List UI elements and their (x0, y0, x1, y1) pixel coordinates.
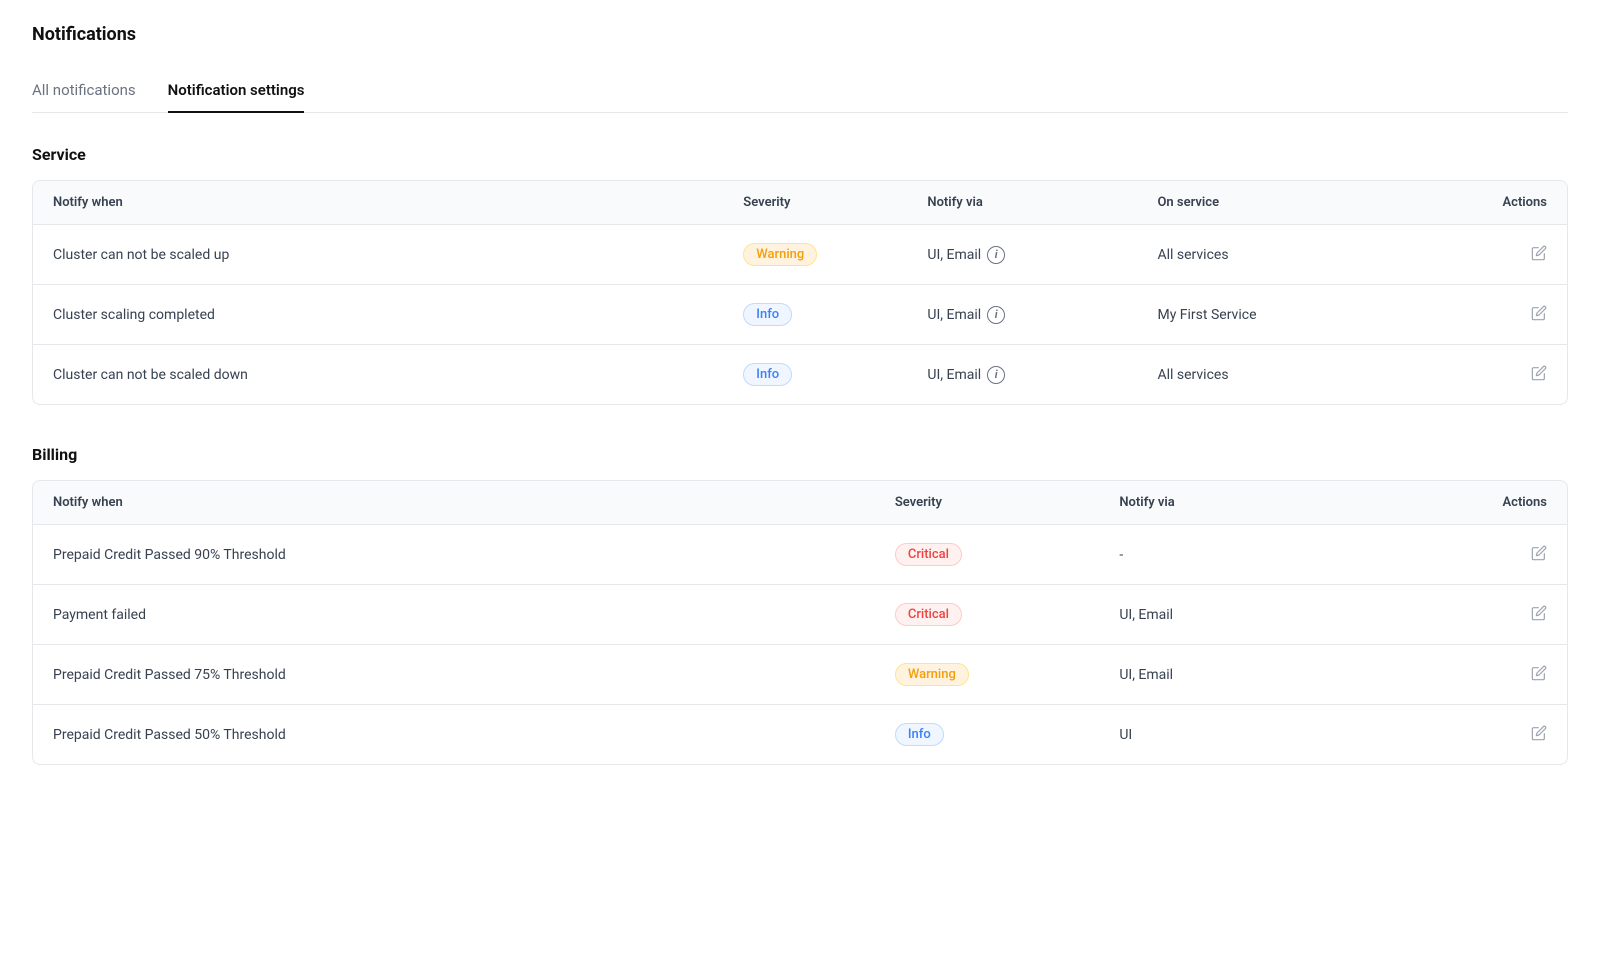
badge-info: Info (743, 363, 792, 386)
notify-when-cell: Prepaid Credit Passed 75% Threshold (33, 645, 875, 705)
notify-via-text: UI, Email (927, 247, 981, 263)
tabs-nav: All notifications Notification settings (32, 69, 1568, 113)
table-row: Cluster can not be scaled down Info UI, Em… (33, 345, 1567, 405)
notify-when-cell: Cluster scaling completed (33, 285, 723, 345)
severity-cell: Critical (875, 525, 1099, 585)
col-header-notify_when: Notify when (33, 481, 875, 525)
notify-when-cell: Payment failed (33, 585, 875, 645)
notify-via-text: UI, Email (927, 367, 981, 383)
actions-cell (1414, 345, 1567, 405)
badge-warning: Warning (743, 243, 817, 266)
tab-all-notifications[interactable]: All notifications (32, 69, 136, 113)
col-header-notify_when: Notify when (33, 181, 723, 225)
severity-cell: Info (875, 705, 1099, 765)
edit-button[interactable] (1531, 305, 1547, 321)
notify-via-cell: UI (1099, 705, 1380, 765)
actions-cell (1414, 225, 1567, 285)
section-title-service: Service (32, 145, 1568, 164)
table-row: Prepaid Credit Passed 50% Threshold Info U… (33, 705, 1567, 765)
actions-cell (1380, 585, 1567, 645)
table-row: Prepaid Credit Passed 90% Threshold Criti… (33, 525, 1567, 585)
sections-container: ServiceNotify whenSeverityNotify viaOn s… (32, 145, 1568, 765)
notify-when-cell: Cluster can not be scaled up (33, 225, 723, 285)
on-service-cell: My First Service (1137, 285, 1413, 345)
badge-warning: Warning (895, 663, 969, 686)
table-row: Payment failed Critical UI, Email (33, 585, 1567, 645)
edit-button[interactable] (1531, 365, 1547, 381)
severity-cell: Info (723, 345, 907, 405)
notify-via-text: UI, Email (1119, 607, 1173, 623)
notify-when-cell: Prepaid Credit Passed 50% Threshold (33, 705, 875, 765)
notify-via-text: UI (1119, 727, 1132, 743)
info-icon[interactable]: i (987, 366, 1005, 384)
notify-via-text: UI, Email (1119, 667, 1173, 683)
edit-button[interactable] (1531, 545, 1547, 561)
severity-cell: Warning (723, 225, 907, 285)
badge-critical: Critical (895, 603, 962, 626)
col-header-severity: Severity (723, 181, 907, 225)
section-service: Service Notify whenSeverityNotify viaOn s… (32, 145, 1568, 405)
notify-via-cell: UI, Email (1099, 585, 1380, 645)
actions-cell (1380, 645, 1567, 705)
actions-cell (1414, 285, 1567, 345)
table-container-billing: Notify whenSeverityNotify viaActionsPrep… (32, 480, 1568, 765)
col-header-actions: Actions (1414, 181, 1567, 225)
badge-info: Info (895, 723, 944, 746)
edit-button[interactable] (1531, 725, 1547, 741)
table-row: Cluster scaling completed Info UI, Email i M… (33, 285, 1567, 345)
table-service: Notify whenSeverityNotify viaOn serviceA… (33, 181, 1567, 404)
tab-notification-settings[interactable]: Notification settings (168, 69, 305, 113)
page-container: Notifications All notifications Notifica… (0, 0, 1600, 829)
info-icon[interactable]: i (987, 306, 1005, 324)
on-service-cell: All services (1137, 345, 1413, 405)
notify-via-cell: UI, Email i (907, 345, 1137, 405)
table-row: Cluster can not be scaled up Warning UI, E… (33, 225, 1567, 285)
col-header-notify_via: Notify via (1099, 481, 1380, 525)
info-icon[interactable]: i (987, 246, 1005, 264)
col-header-notify_via: Notify via (907, 181, 1137, 225)
edit-button[interactable] (1531, 665, 1547, 681)
col-header-actions: Actions (1380, 481, 1567, 525)
table-row: Prepaid Credit Passed 75% Threshold Warni… (33, 645, 1567, 705)
notify-via-cell: UI, Email (1099, 645, 1380, 705)
badge-critical: Critical (895, 543, 962, 566)
table-container-service: Notify whenSeverityNotify viaOn serviceA… (32, 180, 1568, 405)
table-billing: Notify whenSeverityNotify viaActionsPrep… (33, 481, 1567, 764)
notify-via-cell: UI, Email i (907, 225, 1137, 285)
notify-via-cell: UI, Email i (907, 285, 1137, 345)
notify-via-text: - (1119, 547, 1123, 563)
edit-button[interactable] (1531, 605, 1547, 621)
section-billing: Billing Notify whenSeverityNotify viaActi… (32, 445, 1568, 765)
section-title-billing: Billing (32, 445, 1568, 464)
notify-via-text: UI, Email (927, 307, 981, 323)
col-header-on_service: On service (1137, 181, 1413, 225)
severity-cell: Warning (875, 645, 1099, 705)
notify-when-cell: Cluster can not be scaled down (33, 345, 723, 405)
badge-info: Info (743, 303, 792, 326)
severity-cell: Critical (875, 585, 1099, 645)
severity-cell: Info (723, 285, 907, 345)
actions-cell (1380, 705, 1567, 765)
col-header-severity: Severity (875, 481, 1099, 525)
page-title: Notifications (32, 24, 1568, 45)
on-service-cell: All services (1137, 225, 1413, 285)
notify-when-cell: Prepaid Credit Passed 90% Threshold (33, 525, 875, 585)
edit-button[interactable] (1531, 245, 1547, 261)
notify-via-cell: - (1099, 525, 1380, 585)
actions-cell (1380, 525, 1567, 585)
